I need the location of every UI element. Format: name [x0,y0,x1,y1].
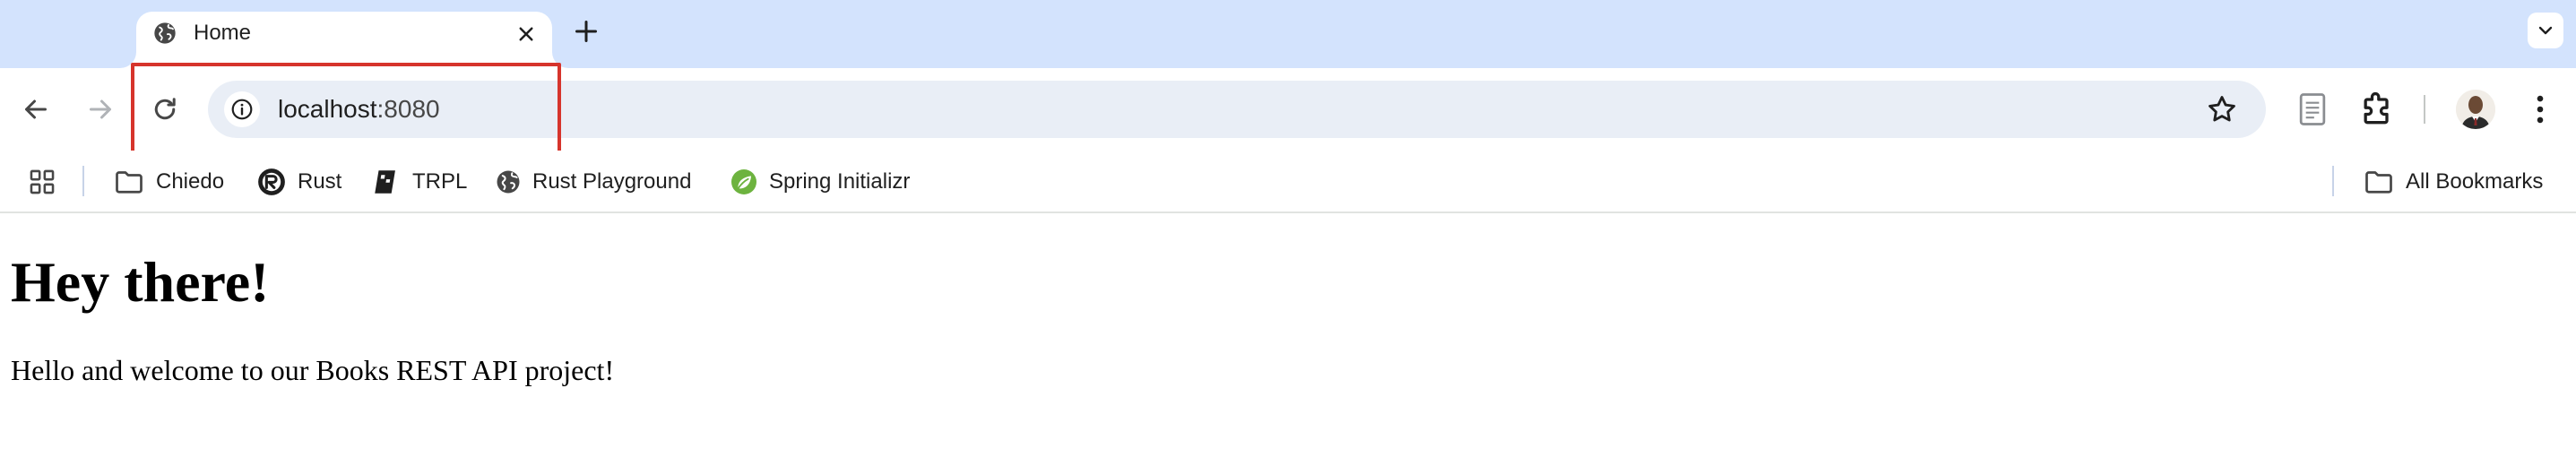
spring-leaf-icon [731,169,756,194]
bookmark-label: Rust [298,169,342,194]
apps-grid-icon[interactable] [27,167,57,197]
profile-avatar[interactable] [2456,90,2495,129]
forward-button[interactable] [79,88,122,131]
tab-title: Home [194,21,252,45]
tab-home[interactable]: Home [136,12,552,68]
globe-icon [497,170,520,194]
arrow-left-icon [25,99,47,119]
rust-logo-icon [258,168,285,195]
extensions-puzzle-icon[interactable] [2357,90,2397,129]
bookmark-label: TRPL [412,169,468,194]
book-icon [375,170,395,194]
bookmark-star-icon[interactable] [2205,92,2239,126]
new-tab-plus-icon[interactable] [570,15,602,47]
reading-mode-icon[interactable] [2293,90,2332,129]
bookmark-rust-playground[interactable]: Rust Playground [495,163,691,201]
folder-icon [2365,171,2392,194]
tab-strip: Home [0,0,2576,68]
bookmark-label: Chiedo [156,169,225,194]
bookmarks-separator [2332,166,2334,196]
folder-icon [116,171,143,194]
arrow-right-icon [90,99,111,119]
bookmark-trpl[interactable]: TRPL [371,163,467,201]
close-icon[interactable] [513,21,540,47]
back-button[interactable] [14,88,57,131]
all-bookmarks-button[interactable]: All Bookmarks [2363,163,2543,201]
bookmark-chiedo[interactable]: Chiedo [113,163,224,201]
toolbar-separator [2424,95,2425,124]
page-heading: Hey there! [11,250,270,314]
bookmark-label: Rust Playground [532,169,692,194]
tab-search-button[interactable] [2528,13,2563,48]
globe-icon [152,21,177,46]
bookmark-rust[interactable]: Rust [256,163,341,201]
all-bookmarks-label: All Bookmarks [2406,169,2544,194]
bookmarks-bar: Chiedo Rust TRPL Rust Playground Spring … [0,151,2576,213]
bookmark-spring-initializr[interactable]: Spring Initializr [730,163,910,201]
chevron-down-icon [2538,26,2553,35]
profile-photo-icon [2456,90,2495,129]
more-options-icon[interactable] [2520,90,2560,129]
page-content: Hey there! Hello and welcome to our Book… [0,215,2576,466]
bookmarks-separator [82,166,84,196]
page-paragraph: Hello and welcome to our Books REST API … [11,354,615,386]
highlight-box [131,63,561,156]
bookmark-label: Spring Initializr [769,169,911,194]
